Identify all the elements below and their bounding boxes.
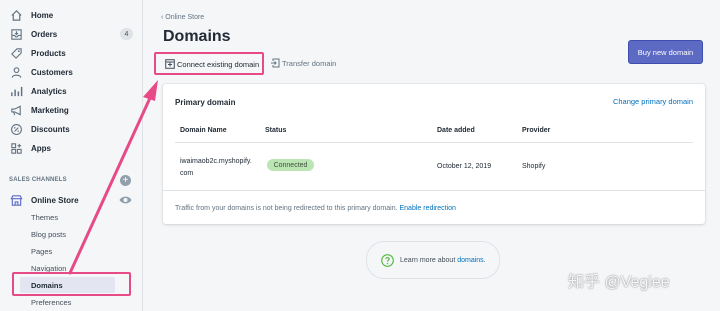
- sidebar-item-label: Customers: [31, 67, 73, 77]
- sidebar-item-label: Apps: [31, 143, 51, 153]
- sidebar-item-label: Orders: [31, 29, 58, 39]
- domain-name-line: com: [180, 170, 194, 177]
- connect-existing-domain-button[interactable]: Connect existing domain: [154, 52, 264, 75]
- sidebar-subitem-blog-posts[interactable]: Blog posts: [31, 230, 66, 239]
- change-primary-domain-link[interactable]: Change primary domain: [613, 97, 693, 106]
- sidebar-item-orders[interactable]: Orders 4: [0, 25, 143, 43]
- status-badge: Connected: [267, 159, 314, 171]
- sidebar-subitem-pages[interactable]: Pages: [31, 247, 52, 256]
- orders-icon: [9, 27, 23, 41]
- sidebar-item-label: Products: [31, 48, 66, 58]
- domain-name-cell: iwaimaob2c.myshopify. com: [180, 156, 268, 180]
- products-icon: [9, 46, 23, 60]
- breadcrumb[interactable]: ‹ Online Store: [161, 14, 204, 21]
- view-store-eye-icon[interactable]: [119, 195, 132, 205]
- date-added-cell: October 12, 2019: [437, 163, 492, 170]
- analytics-icon: [9, 84, 23, 98]
- redirect-notice: Traffic from your domains is not being r…: [175, 205, 456, 212]
- transfer-domain-button[interactable]: Transfer domain: [282, 59, 336, 68]
- orders-count-badge: 4: [120, 28, 133, 40]
- sidebar-item-home[interactable]: Home: [0, 6, 143, 24]
- enable-redirection-link[interactable]: Enable redirection: [400, 205, 456, 212]
- connect-domain-icon: [165, 59, 175, 69]
- column-header-domain-name: Domain Name: [180, 127, 227, 134]
- sidebar-item-apps[interactable]: Apps: [0, 139, 143, 157]
- sales-channels-heading: SALES CHANNELS: [9, 177, 67, 183]
- sidebar-item-analytics[interactable]: Analytics: [0, 82, 143, 100]
- sidebar-subitem-preferences[interactable]: Preferences: [31, 298, 71, 307]
- sidebar-item-label: Marketing: [31, 105, 69, 115]
- annotation-highlight-box: [12, 272, 131, 296]
- divider: [175, 142, 693, 143]
- sidebar-item-label: Home: [31, 10, 54, 20]
- column-header-date-added: Date added: [437, 127, 475, 134]
- sidebar-item-marketing[interactable]: Marketing: [0, 101, 143, 119]
- redirect-notice-text: Traffic from your domains is not being r…: [175, 205, 398, 212]
- sidebar: Home Orders 4 Products Customers Analyti…: [0, 0, 143, 311]
- divider: [163, 190, 705, 191]
- watermark: 知乎 @Vegiee: [568, 274, 670, 291]
- learn-more-callout: Learn more about domains.: [366, 241, 500, 279]
- home-icon: [9, 8, 23, 22]
- apps-icon: [9, 141, 23, 155]
- provider-cell: Shopify: [522, 163, 546, 170]
- transfer-domain-icon: [271, 58, 280, 68]
- learn-more-prefix: Learn more about: [400, 257, 456, 264]
- sidebar-item-customers[interactable]: Customers: [0, 63, 143, 81]
- sidebar-item-label: Discounts: [31, 124, 70, 134]
- connect-existing-domain-label: Connect existing domain: [177, 60, 260, 69]
- card-title: Primary domain: [175, 98, 236, 107]
- learn-more-text: Learn more about domains.: [400, 257, 486, 264]
- marketing-icon: [9, 103, 23, 117]
- sidebar-item-label: Analytics: [31, 86, 67, 96]
- customers-icon: [9, 65, 23, 79]
- domain-name-line: iwaimaob2c.myshopify.: [180, 158, 252, 165]
- primary-domain-card: Primary domain Change primary domain Dom…: [163, 84, 705, 224]
- sidebar-item-label: Online Store: [31, 195, 79, 205]
- sidebar-item-discounts[interactable]: Discounts: [0, 120, 143, 138]
- main-content: ‹ Online Store Domains Connect existing …: [144, 0, 720, 311]
- page-title: Domains: [163, 28, 231, 45]
- add-sales-channel-icon[interactable]: +: [120, 175, 131, 186]
- sidebar-subitem-themes[interactable]: Themes: [31, 213, 58, 222]
- column-header-provider: Provider: [522, 127, 551, 134]
- column-header-status: Status: [265, 127, 287, 134]
- learn-more-domains-link[interactable]: domains.: [457, 257, 485, 264]
- help-circle-icon: [381, 254, 394, 267]
- buy-new-domain-button[interactable]: Buy new domain: [628, 40, 703, 64]
- sidebar-item-products[interactable]: Products: [0, 44, 143, 62]
- breadcrumb-label: Online Store: [165, 14, 205, 21]
- store-icon: [9, 193, 23, 207]
- discounts-icon: [9, 122, 23, 136]
